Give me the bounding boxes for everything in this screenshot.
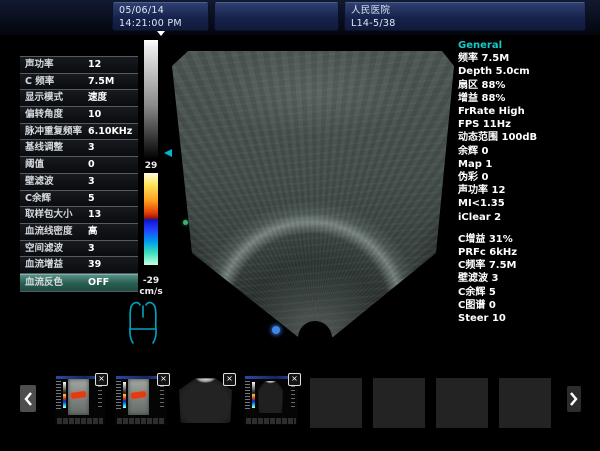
velocity-min-label: -29 [138,276,164,286]
info-line: 增益 88% [458,92,588,105]
info-line: 余辉 0 [458,145,588,158]
thumbnail-filmstrip: × × × × [0,373,600,433]
menu-item-prf[interactable]: 脉冲重复频率 6.10KHz [20,124,138,141]
thumbnail-fan-image[interactable]: × [178,375,233,425]
info-line: C频率 7.5M [458,259,588,272]
probe-notch [298,321,332,355]
color-doppler-bar [144,173,158,265]
info-line: Steer 10 [458,312,588,325]
close-icon[interactable]: × [157,373,170,386]
info-line: FPS 11Hz [458,118,588,131]
next-arrow-button[interactable] [567,386,581,412]
top-bar: 05/06/14 14:21:00 PM 人民医院 L14-5/38 [0,0,600,35]
menu-item-c-persistence[interactable]: C余辉 5 [20,191,138,208]
chevron-left-icon [23,391,33,407]
thumbnail-doppler-2[interactable]: × [115,375,167,425]
time-text: 14:21:00 PM [119,17,202,30]
info-line: PRFc 6kHz [458,246,588,259]
empty-thumbnail-slot [373,378,425,428]
hospital-text: 人民医院 [351,4,579,17]
info-line: 伪彩 0 [458,171,588,184]
info-line: MI<1.35 [458,197,588,210]
preset-title: General [458,39,588,52]
info-line: iClear 2 [458,211,588,224]
probe-text: L14-5/38 [351,17,579,30]
menu-item-steer-angle[interactable]: 偏转角度 10 [20,107,138,124]
info-line: 扇区 88% [458,79,588,92]
info-line: 声功率 12 [458,184,588,197]
menu-item-c-frequency[interactable]: C 频率 7.5M [20,74,138,91]
info-line: Depth 5.0cm [458,65,588,78]
info-line: FrRate High [458,105,588,118]
parameter-menu: 声功率 12 C 频率 7.5M 显示模式 速度 偏转角度 10 脉冲重复频率 … [20,56,138,292]
menu-item-packet-size[interactable]: 取样包大小 13 [20,207,138,224]
body-marker-icon[interactable] [126,299,160,345]
close-icon[interactable]: × [95,373,108,386]
prev-arrow-button[interactable] [20,385,36,412]
info-line: Map 1 [458,158,588,171]
menu-item-spatial-filter[interactable]: 空间滤波 3 [20,241,138,258]
hospital-probe-box: 人民医院 L14-5/38 [344,2,586,31]
gain-marker-icon [157,31,165,36]
menu-item-wall-filter[interactable]: 壁滤波 3 [20,174,138,191]
doppler-flow-patch [131,391,147,399]
image-info-panel: General 频率 7.5M Depth 5.0cm 扇区 88% 增益 88… [458,39,588,325]
chevron-right-icon [569,391,579,407]
datetime-box: 05/06/14 14:21:00 PM [112,2,209,31]
date-text: 05/06/14 [119,4,202,17]
thumbnail-doppler-1[interactable]: × [55,375,105,425]
menu-item-display-mode[interactable]: 显示模式 速度 [20,90,138,107]
orientation-marker-icon [272,326,280,334]
ultrasound-image[interactable] [170,46,456,342]
empty-thumbnail-slot [310,378,362,428]
grayscale-bar [144,40,158,159]
menu-item-flow-invert-selected[interactable]: 血流反色 OFF [20,274,138,292]
patient-name-box [214,2,339,31]
doppler-flow-patch [71,391,87,399]
menu-item-baseline[interactable]: 基线调整 3 [20,140,138,157]
menu-item-acoustic-power[interactable]: 声功率 12 [20,57,138,74]
info-line: 壁滤波 3 [458,272,588,285]
graybar-cursor-icon [164,149,172,157]
close-icon[interactable]: × [288,373,301,386]
menu-item-color-gain[interactable]: 血流增益 39 [20,257,138,274]
menu-item-threshold[interactable]: 阈值 0 [20,157,138,174]
velocity-unit-label: cm/s [138,287,164,297]
empty-thumbnail-slot [436,378,488,428]
thumbnail-fan-screen[interactable]: × [244,375,298,425]
focus-marker-icon [183,220,188,225]
info-line: C图谱 0 [458,299,588,312]
menu-item-line-density[interactable]: 血流线密度 高 [20,224,138,241]
info-line: C增益 31% [458,233,588,246]
info-line: C余辉 5 [458,286,588,299]
close-icon[interactable]: × [223,373,236,386]
info-line: 频率 7.5M [458,52,588,65]
empty-thumbnail-slot [499,378,551,428]
velocity-max-label: 29 [140,161,162,171]
info-line: 动态范围 100dB [458,131,588,144]
